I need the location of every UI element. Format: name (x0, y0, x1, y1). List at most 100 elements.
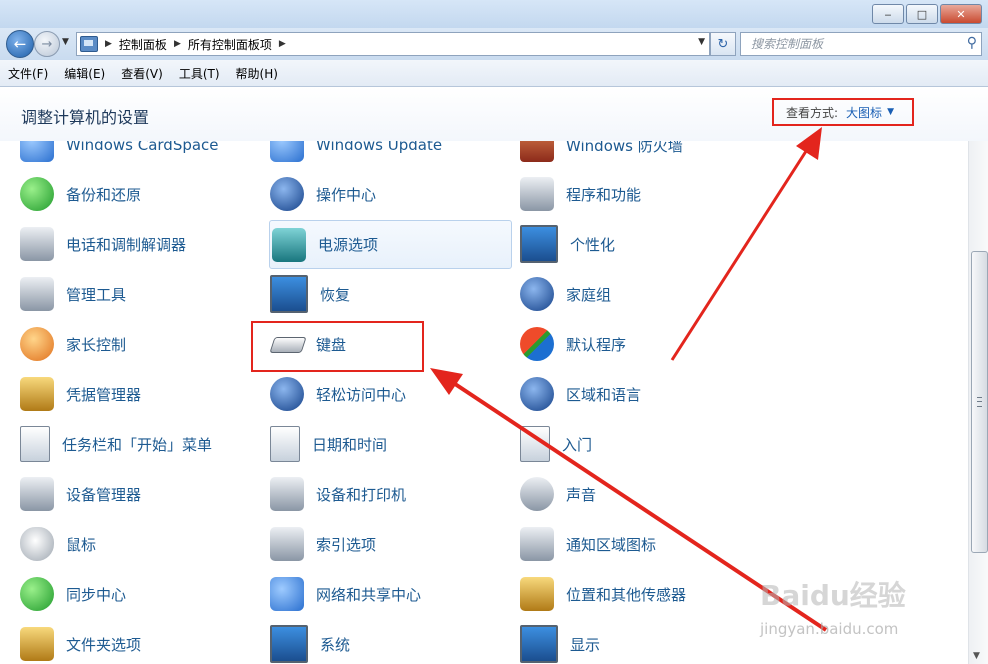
item-region-language[interactable]: 区域和语言 (500, 370, 740, 418)
item-label: 操作中心 (316, 185, 377, 204)
forward-button[interactable]: → (34, 31, 60, 57)
address-dropdown-icon[interactable]: ▼ (698, 37, 705, 47)
menu-view[interactable]: 查看(V) (113, 60, 171, 86)
date-time-icon (270, 426, 300, 462)
minimize-button[interactable]: ‒ (872, 4, 904, 24)
scrollbar-thumb[interactable] (971, 251, 988, 553)
item-action-center[interactable]: 操作中心 (250, 170, 490, 218)
item-homegroup[interactable]: 家庭组 (500, 270, 740, 318)
item-credential-manager[interactable]: 凭据管理器 (0, 370, 240, 418)
item-personalization[interactable]: 个性化 (500, 220, 740, 268)
item-indexing-options[interactable]: 索引选项 (250, 520, 490, 568)
chevron-down-icon[interactable]: ▼ (887, 107, 894, 117)
view-by-value[interactable]: 大图标 (846, 104, 882, 121)
item-label: 程序和功能 (566, 185, 642, 204)
item-getting-started[interactable]: 入门 (500, 420, 740, 468)
item-label: 系统 (320, 635, 351, 654)
backup-restore-icon (20, 177, 54, 211)
firewall-icon (520, 141, 554, 162)
search-icon[interactable]: ⚲ (967, 35, 977, 51)
cardspace-icon (20, 141, 54, 162)
sync-center-icon (20, 577, 54, 611)
scroll-down-arrow-icon[interactable]: ▼ (973, 651, 980, 661)
item-label: 日期和时间 (312, 435, 388, 454)
item-notification-area[interactable]: 通知区域图标 (500, 520, 740, 568)
item-backup-restore[interactable]: 备份和还原 (0, 170, 240, 218)
item-taskbar-start-menu[interactable]: 任务栏和「开始」菜单 (0, 420, 240, 468)
credential-manager-icon (20, 377, 54, 411)
recent-pages-dropdown[interactable]: ▼ (62, 37, 69, 47)
item-label: 凭据管理器 (66, 385, 142, 404)
recovery-icon (270, 275, 308, 313)
window-controls: ‒ □ ✕ (872, 4, 982, 24)
item-mouse[interactable]: 鼠标 (0, 520, 240, 568)
breadcrumb-separator-icon[interactable]: ▶ (105, 39, 112, 49)
homegroup-icon (520, 277, 554, 311)
item-label: 区域和语言 (566, 385, 642, 404)
item-windows-update[interactable]: Windows Update (250, 141, 490, 169)
search-input[interactable] (749, 36, 963, 52)
devices-printers-icon (270, 477, 304, 511)
item-device-manager[interactable]: 设备管理器 (0, 470, 240, 518)
item-windows-firewall[interactable]: Windows 防火墙 (500, 141, 740, 169)
windows-update-icon (270, 141, 304, 162)
programs-features-icon (520, 177, 554, 211)
location-sensors-icon (520, 577, 554, 611)
item-recovery[interactable]: 恢复 (250, 270, 490, 318)
item-display[interactable]: 显示 (500, 620, 740, 664)
item-default-programs[interactable]: 默认程序 (500, 320, 740, 368)
menu-help[interactable]: 帮助(H) (228, 60, 286, 86)
item-label: 声音 (566, 485, 597, 504)
item-label: Windows 防火墙 (566, 141, 683, 155)
maximize-button[interactable]: □ (906, 4, 938, 24)
item-parental-controls[interactable]: 家长控制 (0, 320, 240, 368)
vertical-scrollbar[interactable]: ▼ (968, 141, 988, 664)
taskbar-icon (20, 426, 50, 462)
folder-options-icon (20, 627, 54, 661)
refresh-button[interactable]: ↻ (710, 32, 736, 56)
content-header: 调整计算机的设置 查看方式: 大图标 ▼ (0, 87, 988, 141)
item-folder-options[interactable]: 文件夹选项 (0, 620, 240, 664)
item-ease-of-access[interactable]: 轻松访问中心 (250, 370, 490, 418)
ease-of-access-icon (270, 377, 304, 411)
item-label: 管理工具 (66, 285, 127, 304)
menu-edit[interactable]: 编辑(E) (56, 60, 113, 86)
parental-controls-icon (20, 327, 54, 361)
menu-file[interactable]: 文件(F) (0, 60, 56, 86)
breadcrumb-control-panel[interactable]: 控制面板 (119, 36, 167, 53)
item-network-sharing[interactable]: 网络和共享中心 (250, 570, 490, 618)
item-label: 默认程序 (566, 335, 627, 354)
item-system[interactable]: 系统 (250, 620, 490, 664)
item-label: 任务栏和「开始」菜单 (62, 435, 213, 454)
item-devices-printers[interactable]: 设备和打印机 (250, 470, 490, 518)
grip-icon (977, 397, 982, 407)
item-date-time[interactable]: 日期和时间 (250, 420, 490, 468)
item-sync-center[interactable]: 同步中心 (0, 570, 240, 618)
item-windows-cardspace[interactable]: Windows CardSpace (0, 141, 240, 169)
menu-tools[interactable]: 工具(T) (171, 60, 228, 86)
control-panel-icon (80, 36, 98, 52)
page-title: 调整计算机的设置 (21, 108, 150, 127)
item-admin-tools[interactable]: 管理工具 (0, 270, 240, 318)
title-bar: ‒ □ ✕ (0, 0, 988, 28)
view-by-selector[interactable]: 查看方式: 大图标 ▼ (772, 98, 914, 126)
search-box[interactable]: ⚲ (740, 32, 982, 56)
item-label: 轻松访问中心 (316, 385, 407, 404)
navigation-bar: ← → ▼ ▶ 控制面板 ▶ 所有控制面板项 ▶ ▼ ↻ ⚲ (0, 28, 988, 60)
device-manager-icon (20, 477, 54, 511)
back-button[interactable]: ← (6, 30, 34, 58)
item-location-sensors[interactable]: 位置和其他传感器 (500, 570, 740, 618)
address-bar[interactable]: ▶ 控制面板 ▶ 所有控制面板项 ▶ ▼ (76, 32, 710, 56)
keyboard-highlight-box (251, 321, 424, 372)
item-label: 恢复 (320, 285, 351, 304)
region-language-icon (520, 377, 554, 411)
breadcrumb-separator-icon[interactable]: ▶ (174, 39, 181, 49)
close-button[interactable]: ✕ (940, 4, 982, 24)
item-label: 位置和其他传感器 (566, 585, 687, 604)
item-phone-modem[interactable]: 电话和调制解调器 (0, 220, 240, 268)
item-power-options[interactable]: 电源选项 (269, 220, 512, 269)
item-sound[interactable]: 声音 (500, 470, 740, 518)
breadcrumb-all-items[interactable]: 所有控制面板项 (188, 36, 272, 53)
item-programs-features[interactable]: 程序和功能 (500, 170, 740, 218)
breadcrumb-separator-icon[interactable]: ▶ (279, 39, 286, 49)
